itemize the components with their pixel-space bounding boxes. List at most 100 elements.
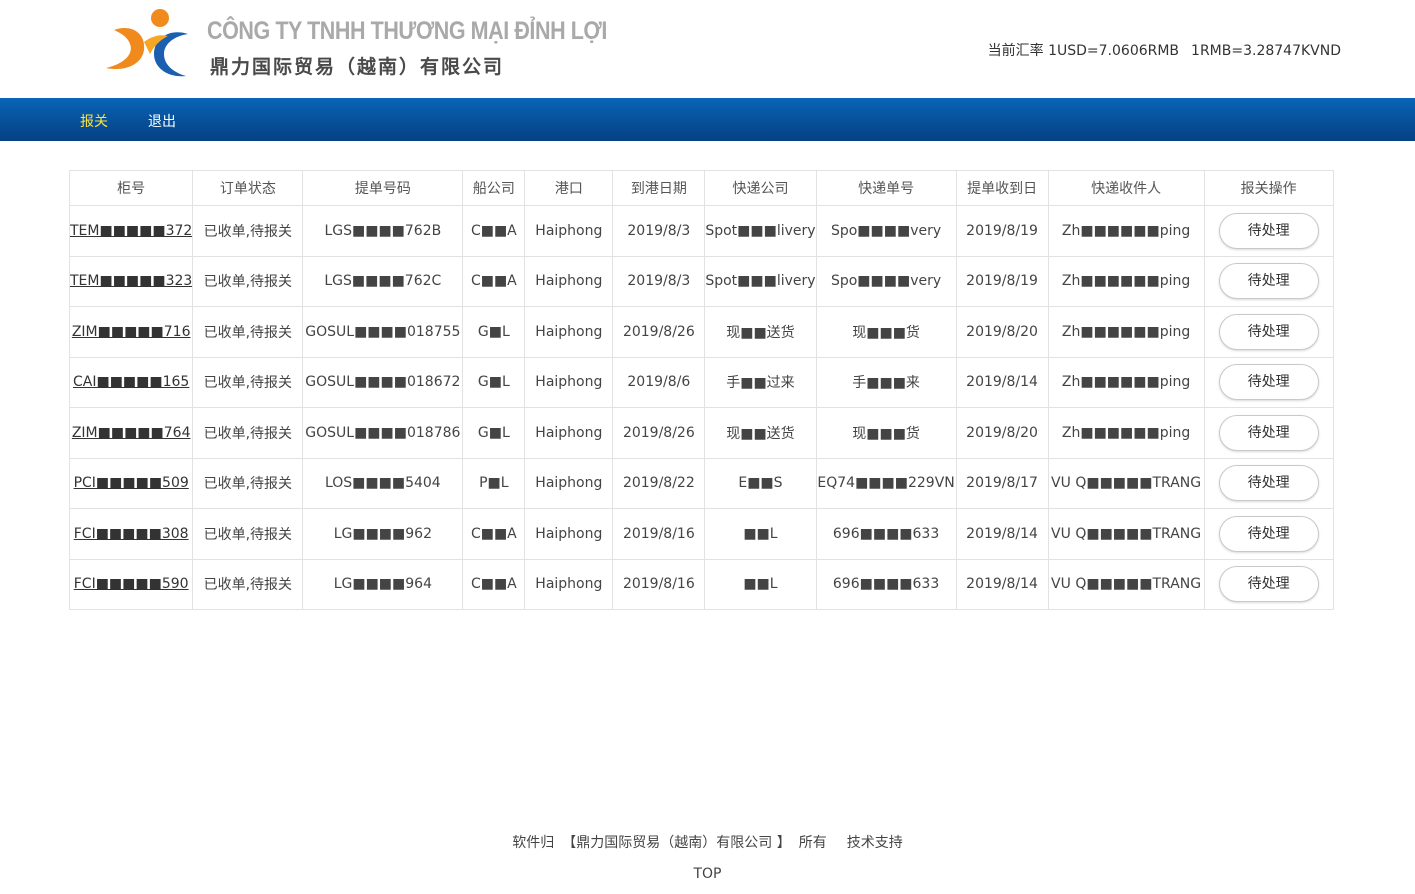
header-port: 港口 <box>524 170 614 206</box>
rate-rmb: 1RMB=3.28747KVND <box>1191 43 1341 59</box>
container-no-link[interactable]: ZIM■■■■■716 <box>72 324 191 340</box>
table-row: FCI■■■■■308 已收单,待报关 LG■■■■962 C■■A Haiphong 2… <box>68 508 1334 560</box>
table-cell: 2019/8/20 <box>955 306 1049 358</box>
table-cell: 现■■■货 <box>815 407 957 459</box>
table-cell: GOSUL■■■■018672 <box>302 356 464 408</box>
table-cell: C■■A <box>462 255 526 307</box>
table-cell: 已收单,待报关 <box>192 255 304 307</box>
container-no-link[interactable]: CAI■■■■■165 <box>73 374 189 390</box>
table-cell: Zh■■■■■■ping <box>1047 255 1205 307</box>
table-cell: 现■■送货 <box>704 407 817 459</box>
pending-button[interactable]: 待处理 <box>1218 212 1319 249</box>
table-row: PCI■■■■■509 已收单,待报关 LOS■■■■5404 P■L Haiphong… <box>68 457 1334 509</box>
table-header-row: 柜号 订单状态 提单号码 船公司 港口 到港日期 快递公司 快递单号 提单收到日 快递收件人 报关操… <box>68 170 1334 206</box>
table-cell: 2019/8/19 <box>955 255 1049 307</box>
header-order-status: 订单状态 <box>192 170 304 206</box>
table-cell: GOSUL■■■■018755 <box>302 306 464 358</box>
table-cell: G■L <box>462 356 526 408</box>
pending-button[interactable]: 待处理 <box>1218 515 1319 552</box>
container-no-link[interactable]: PCI■■■■■509 <box>74 475 189 491</box>
table-body: TEM■■■■■372 已收单,待报关 LGS■■■■762B C■■A Haiphon… <box>68 205 1334 610</box>
container-no-cell: FCI■■■■■308 <box>68 508 194 560</box>
header-shipping-line: 船公司 <box>462 170 526 206</box>
pending-button[interactable]: 待处理 <box>1218 566 1319 603</box>
container-no-link[interactable]: ZIM■■■■■764 <box>72 425 191 441</box>
table-cell: Zh■■■■■■ping <box>1047 407 1205 459</box>
company-logo <box>106 9 188 77</box>
table-cell: Haiphong <box>524 558 614 610</box>
table-cell: VU Q■■■■■TRANG <box>1047 457 1205 509</box>
table-cell: VU Q■■■■■TRANG <box>1047 558 1205 610</box>
table-cell: C■■A <box>462 558 526 610</box>
footer-owner-suffix: 所有 <box>798 835 827 851</box>
action-cell: 待处理 <box>1203 407 1334 459</box>
company-name-vn: CÔNG TY TNHH THƯƠNG MẠI ĐỈNH LỢI <box>207 17 607 45</box>
table-cell: 已收单,待报关 <box>192 205 304 257</box>
exchange-rate: 当前汇率 1USD=7.0606RMB 1RMB=3.28747KVND <box>988 40 1341 60</box>
action-cell: 待处理 <box>1203 558 1334 610</box>
table-cell: ■■L <box>704 508 817 560</box>
container-no-cell: FCI■■■■■590 <box>68 558 194 610</box>
table-cell: LGS■■■■762C <box>302 255 464 307</box>
footer-owner-company: 【鼎力国际贸易（越南）有限公司 】 <box>562 835 791 851</box>
table-cell: 2019/8/26 <box>612 306 706 358</box>
container-no-cell: PCI■■■■■509 <box>68 457 194 509</box>
table-cell: 696■■■■633 <box>815 508 957 560</box>
table-row: TEM■■■■■323 已收单,待报关 LGS■■■■762C C■■A Haiphon… <box>68 255 1334 307</box>
container-no-cell: ZIM■■■■■764 <box>68 407 194 459</box>
table-cell: EQ74■■■■229VN <box>815 457 957 509</box>
header-container-no: 柜号 <box>68 170 194 206</box>
header: CÔNG TY TNHH THƯƠNG MẠI ĐỈNH LỢI 鼎力国际贸易（… <box>0 0 1415 98</box>
table-cell: 696■■■■633 <box>815 558 957 610</box>
table-row: CAI■■■■■165 已收单,待报关 GOSUL■■■■018672 G■L Haip… <box>68 356 1334 408</box>
container-no-link[interactable]: TEM■■■■■323 <box>71 273 192 289</box>
footer-support-link[interactable]: 技术支持 <box>847 835 903 851</box>
action-cell: 待处理 <box>1203 306 1334 358</box>
table-cell: G■L <box>462 306 526 358</box>
table-cell: 已收单,待报关 <box>192 356 304 408</box>
table-row: TEM■■■■■372 已收单,待报关 LGS■■■■762B C■■A Haiphon… <box>68 205 1334 257</box>
nav-bar: 报关 退出 <box>0 98 1415 141</box>
table-cell: Haiphong <box>524 205 614 257</box>
table-cell: 2019/8/20 <box>955 407 1049 459</box>
company-name-cn: 鼎力国际贸易（越南）有限公司 <box>210 56 505 78</box>
table-cell: Haiphong <box>524 407 614 459</box>
pending-button[interactable]: 待处理 <box>1218 313 1319 350</box>
table-cell: G■L <box>462 407 526 459</box>
header-bl-received-date: 提单收到日 <box>955 170 1049 206</box>
header-bl-no: 提单号码 <box>302 170 464 206</box>
table-row: FCI■■■■■590 已收单,待报关 LG■■■■964 C■■A Haiphong 2… <box>68 558 1334 610</box>
nav-logout[interactable]: 退出 <box>148 111 176 131</box>
table-cell: Spo■■■■very <box>815 205 957 257</box>
table-cell: 2019/8/3 <box>612 255 706 307</box>
pending-button[interactable]: 待处理 <box>1218 414 1319 451</box>
container-no-link[interactable]: FCI■■■■■308 <box>74 526 189 542</box>
table-cell: Zh■■■■■■ping <box>1047 306 1205 358</box>
table-cell: 2019/8/22 <box>612 457 706 509</box>
back-to-top-link[interactable]: TOP <box>0 866 1415 882</box>
table-cell: 2019/8/14 <box>955 558 1049 610</box>
table-cell: LG■■■■962 <box>302 508 464 560</box>
container-no-cell: ZIM■■■■■716 <box>68 306 194 358</box>
table-cell: Zh■■■■■■ping <box>1047 205 1205 257</box>
table-cell: 2019/8/17 <box>955 457 1049 509</box>
table-cell: 2019/8/6 <box>612 356 706 408</box>
table-cell: 已收单,待报关 <box>192 306 304 358</box>
container-no-link[interactable]: TEM■■■■■372 <box>71 223 192 239</box>
nav-customs[interactable]: 报关 <box>80 111 108 131</box>
pending-button[interactable]: 待处理 <box>1218 465 1319 502</box>
orders-table-wrap: 柜号 订单状态 提单号码 船公司 港口 到港日期 快递公司 快递单号 提单收到日 快递收件人 报关操… <box>68 170 1334 610</box>
table-cell: Haiphong <box>524 255 614 307</box>
table-cell: 手■■■来 <box>815 356 957 408</box>
container-no-link[interactable]: FCI■■■■■590 <box>74 576 189 592</box>
pending-button[interactable]: 待处理 <box>1218 263 1319 300</box>
action-cell: 待处理 <box>1203 508 1334 560</box>
pending-button[interactable]: 待处理 <box>1218 364 1319 401</box>
table-cell: Haiphong <box>524 457 614 509</box>
rate-usd: 当前汇率 1USD=7.0606RMB <box>987 43 1180 59</box>
table-cell: LOS■■■■5404 <box>302 457 464 509</box>
table-row: ZIM■■■■■764 已收单,待报关 GOSUL■■■■018786 G■L Haip… <box>68 407 1334 459</box>
table-cell: Spot■■■livery <box>704 205 817 257</box>
table-cell: Spot■■■livery <box>704 255 817 307</box>
container-no-cell: CAI■■■■■165 <box>68 356 194 408</box>
